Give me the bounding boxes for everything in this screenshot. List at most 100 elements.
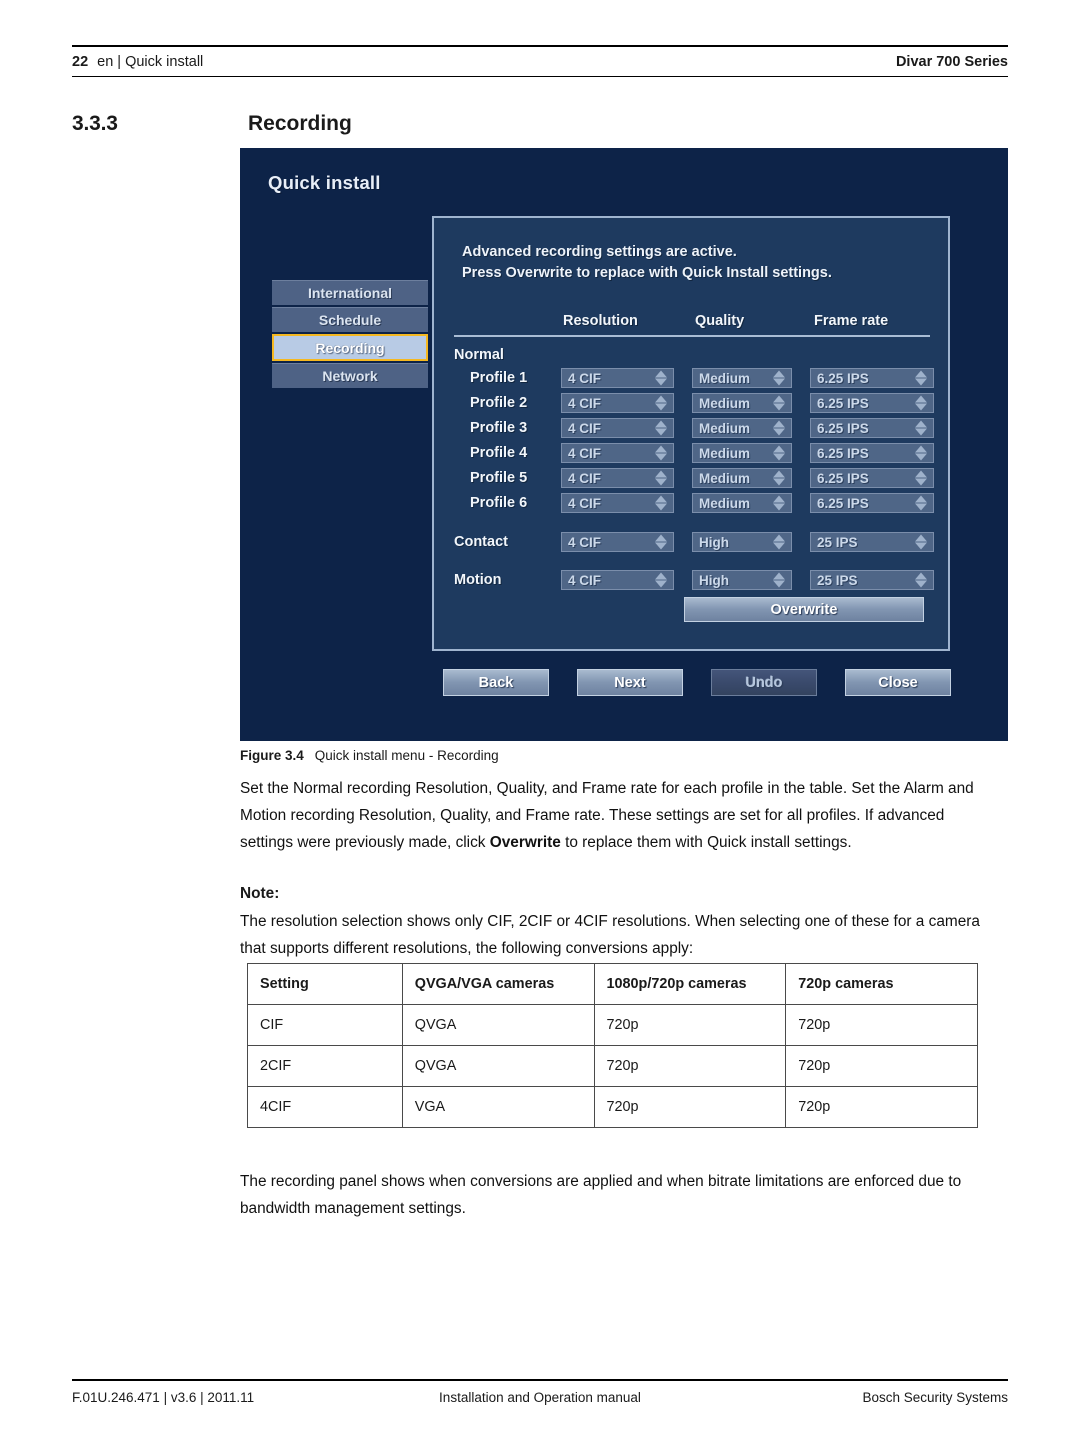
spinner-icon[interactable] xyxy=(655,470,668,486)
next-button[interactable]: Next xyxy=(577,669,683,696)
spinner-icon[interactable] xyxy=(915,395,928,411)
spinner-icon[interactable] xyxy=(915,495,928,511)
overwrite-button[interactable]: Overwrite xyxy=(684,597,924,622)
frame-rate-dropdown[interactable]: 6.25 IPS xyxy=(810,493,934,513)
spinner-icon[interactable] xyxy=(773,445,786,461)
section-heading: 3.3.3 Recording xyxy=(72,112,352,136)
spinner-icon[interactable] xyxy=(915,370,928,386)
footer-document-id: F.01U.246.471 | v3.6 | 2011.11 xyxy=(72,1389,255,1405)
paragraph-1-part-b: to replace them with Quick install setti… xyxy=(560,834,852,851)
spinner-icon[interactable] xyxy=(655,395,668,411)
spinner-icon[interactable] xyxy=(773,370,786,386)
dropdown-value: 25 IPS xyxy=(817,534,858,550)
resolution-dropdown[interactable]: 4 CIF xyxy=(561,532,674,552)
dropdown-value: High xyxy=(699,534,729,550)
spinner-icon[interactable] xyxy=(915,420,928,436)
body-paragraph-1: Set the Normal recording Resolution, Qua… xyxy=(240,775,985,856)
dropdown-value: Medium xyxy=(699,370,751,386)
message-line-2: Press Overwrite to replace with Quick In… xyxy=(462,265,832,281)
section-number: 3.3.3 xyxy=(72,112,118,135)
frame-rate-dropdown[interactable]: 6.25 IPS xyxy=(810,393,934,413)
overwrite-emphasis: Overwrite xyxy=(489,834,561,851)
column-header-frame-rate: Frame rate xyxy=(814,313,889,329)
quality-dropdown[interactable]: Medium xyxy=(692,418,792,438)
spinner-icon[interactable] xyxy=(915,572,928,588)
dropdown-value: Medium xyxy=(699,395,751,411)
resolution-dropdown[interactable]: 4 CIF xyxy=(561,368,674,388)
spinner-icon[interactable] xyxy=(773,495,786,511)
sidebar-item-network[interactable]: Network xyxy=(272,363,428,388)
table-cell: QVGA xyxy=(401,1045,595,1087)
spinner-icon[interactable] xyxy=(915,470,928,486)
spinner-icon[interactable] xyxy=(655,495,668,511)
quality-dropdown[interactable]: Medium xyxy=(692,443,792,463)
column-header-qvga-vga: QVGA/VGA cameras xyxy=(401,963,595,1005)
dropdown-value: 6.25 IPS xyxy=(817,470,869,486)
undo-button[interactable]: Undo xyxy=(711,669,817,696)
resolution-dropdown[interactable]: 4 CIF xyxy=(561,443,674,463)
back-button[interactable]: Back xyxy=(443,669,549,696)
dropdown-value: 25 IPS xyxy=(817,572,858,588)
table-cell: 720p xyxy=(785,1004,978,1046)
quality-dropdown[interactable]: Medium xyxy=(692,393,792,413)
sidebar-item-label: Schedule xyxy=(318,312,382,328)
frame-rate-dropdown[interactable]: 6.25 IPS xyxy=(810,468,934,488)
dropdown-value: 4 CIF xyxy=(568,495,602,511)
quality-dropdown[interactable]: Medium xyxy=(692,468,792,488)
spinner-icon[interactable] xyxy=(655,445,668,461)
note-heading: Note: xyxy=(240,885,280,902)
frame-rate-dropdown[interactable]: 25 IPS xyxy=(810,532,934,552)
quality-dropdown[interactable]: High xyxy=(692,532,792,552)
dropdown-value: 6.25 IPS xyxy=(817,395,869,411)
spinner-icon[interactable] xyxy=(915,445,928,461)
message-line-1: Advanced recording settings are active. xyxy=(462,244,737,260)
spinner-icon[interactable] xyxy=(773,420,786,436)
quality-dropdown[interactable]: High xyxy=(692,570,792,590)
dropdown-value: 4 CIF xyxy=(568,445,602,461)
row-label: Profile 2 xyxy=(470,395,528,411)
settings-row: Profile 3 4 CIF Medium 6.25 IPS xyxy=(454,417,934,442)
spinner-icon[interactable] xyxy=(655,534,668,550)
close-button[interactable]: Close xyxy=(845,669,951,696)
recording-settings-dialog: Advanced recording settings are active. … xyxy=(432,216,950,651)
dropdown-value: Medium xyxy=(699,470,751,486)
frame-rate-dropdown[interactable]: 6.25 IPS xyxy=(810,443,934,463)
settings-column-headers: Resolution Quality Frame rate xyxy=(454,313,930,337)
spinner-icon[interactable] xyxy=(773,534,786,550)
quality-dropdown[interactable]: Medium xyxy=(692,493,792,513)
resolution-dropdown[interactable]: 4 CIF xyxy=(561,493,674,513)
spinner-icon[interactable] xyxy=(773,470,786,486)
spinner-icon[interactable] xyxy=(773,572,786,588)
spinner-icon[interactable] xyxy=(773,395,786,411)
sidebar-item-recording[interactable]: Recording xyxy=(272,334,428,361)
spinner-icon[interactable] xyxy=(655,420,668,436)
settings-row: Profile 4 4 CIF Medium 6.25 IPS xyxy=(454,442,934,467)
frame-rate-dropdown[interactable]: 6.25 IPS xyxy=(810,418,934,438)
table-cell: 720p xyxy=(593,1004,787,1046)
sidebar-item-label: Recording xyxy=(315,339,385,356)
dropdown-value: 6.25 IPS xyxy=(817,445,869,461)
body-paragraph-3: The recording panel shows when conversio… xyxy=(240,1173,962,1217)
table-cell: 720p xyxy=(593,1045,787,1087)
spinner-icon[interactable] xyxy=(655,572,668,588)
row-label: Profile 4 xyxy=(470,445,528,461)
page-header: 22 en | Quick install Divar 700 Series xyxy=(72,45,1008,77)
table-cell: VGA xyxy=(401,1086,595,1128)
document-page: 22 en | Quick install Divar 700 Series 3… xyxy=(0,0,1080,1441)
settings-row: Profile 6 4 CIF Medium 6.25 IPS xyxy=(454,492,934,517)
dropdown-value: 6.25 IPS xyxy=(817,495,869,511)
spinner-icon[interactable] xyxy=(915,534,928,550)
sidebar-item-international[interactable]: International xyxy=(272,280,428,305)
resolution-dropdown[interactable]: 4 CIF xyxy=(561,468,674,488)
sidebar-item-schedule[interactable]: Schedule xyxy=(272,307,428,332)
spinner-icon[interactable] xyxy=(655,370,668,386)
resolution-dropdown[interactable]: 4 CIF xyxy=(561,418,674,438)
frame-rate-dropdown[interactable]: 6.25 IPS xyxy=(810,368,934,388)
resolution-dropdown[interactable]: 4 CIF xyxy=(561,393,674,413)
breadcrumb: en | Quick install xyxy=(97,53,204,70)
quality-dropdown[interactable]: Medium xyxy=(692,368,792,388)
frame-rate-dropdown[interactable]: 25 IPS xyxy=(810,570,934,590)
resolution-dropdown[interactable]: 4 CIF xyxy=(561,570,674,590)
page-title: Recording xyxy=(248,112,352,135)
row-label: Motion xyxy=(454,572,502,588)
